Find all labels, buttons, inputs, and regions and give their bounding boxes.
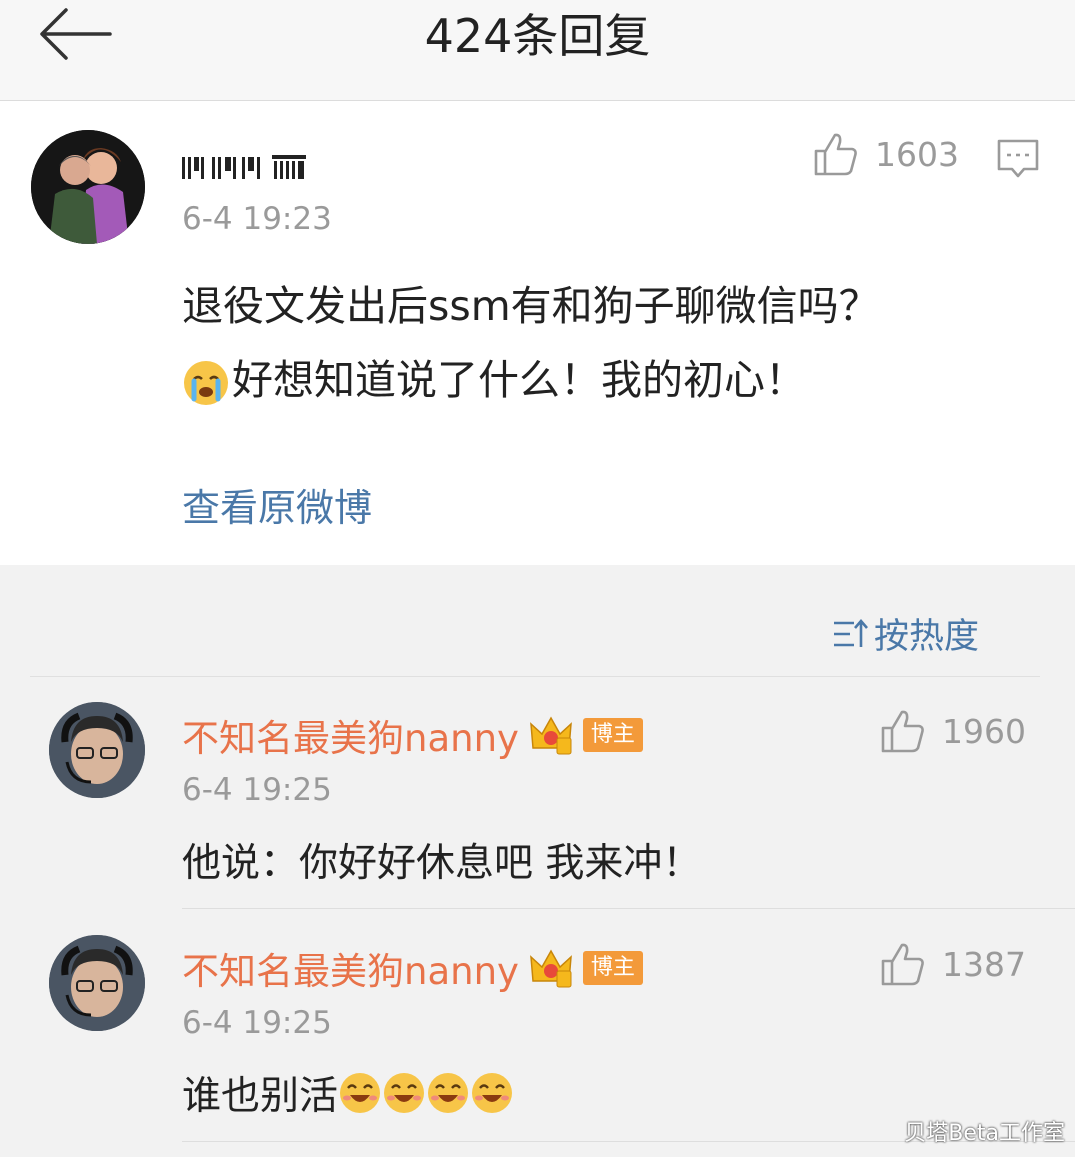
comment-text-line2-wrap: 好想知道说了什么！我的初心！: [182, 343, 1002, 417]
thumb-up-icon: [814, 133, 857, 176]
grin-emoji-icon: [428, 1073, 469, 1113]
comment-time: 6-4 19:23: [182, 201, 332, 237]
reply-time: 6-4 19:25: [182, 772, 332, 808]
thumb-up-icon: [881, 943, 924, 986]
reply-text: 谁也别活: [182, 1074, 339, 1119]
comment-text: 退役文发出后ssm有和狗子聊微信吗？ 好想知道说了什么！我的初心！: [182, 269, 1002, 417]
crown-icon: [530, 716, 572, 755]
main-comment-card: 6-4 19:23 1603 退役文发出后ssm有和狗子聊微信吗？ 好想知道说了…: [0, 101, 1075, 565]
thumb-up-icon: [881, 710, 924, 753]
grin-emoji-icon: [384, 1073, 425, 1113]
reply-username[interactable]: 不知名最美狗nanny 博主: [182, 708, 643, 762]
reply-item: 不知名最美狗nanny 博主 6-4 19:25 1960 他说：你好好休息吧 …: [0, 700, 1075, 910]
username-label: 不知名最美狗nanny: [182, 950, 519, 993]
crying-emoji-icon: [184, 361, 228, 405]
sort-icon: [834, 618, 868, 647]
author-badge: 博主: [582, 718, 643, 752]
avatar[interactable]: [49, 702, 145, 798]
watermark: 贝塔Beta工作室: [904, 1121, 1065, 1146]
grin-emoji-icon: [472, 1073, 513, 1113]
username-label: 不知名最美狗nanny: [182, 717, 519, 760]
username-redacted: [182, 155, 306, 179]
grin-emoji-icon: [340, 1073, 381, 1113]
top-bar: 424条回复: [0, 0, 1075, 101]
like-count: 1603: [875, 134, 959, 174]
reply-item: 不知名最美狗nanny 博主 6-4 19:25 1387 谁也别活: [0, 933, 1075, 1143]
reply-text: 他说：你好好休息吧 我来冲！: [182, 841, 702, 886]
comment-text-line2: 好想知道说了什么！我的初心！: [232, 356, 806, 404]
comment-icon[interactable]: [996, 137, 1040, 181]
like-count: 1387: [942, 944, 1026, 984]
comment-text-line1: 退役文发出后ssm有和狗子聊微信吗？: [182, 282, 880, 330]
sort-label: 按热度: [874, 617, 980, 657]
sort-toggle[interactable]: 按热度: [832, 608, 979, 659]
reply-username[interactable]: 不知名最美狗nanny 博主: [182, 941, 643, 995]
avatar[interactable]: [31, 130, 145, 244]
like-button[interactable]: 1603: [813, 131, 959, 177]
page-title: 424条回复: [424, 9, 651, 63]
crown-icon: [530, 949, 572, 988]
divider: [30, 676, 1040, 677]
like-count: 1960: [942, 711, 1026, 751]
author-badge: 博主: [582, 951, 643, 985]
avatar[interactable]: [49, 935, 145, 1031]
reply-time: 6-4 19:25: [182, 1005, 332, 1041]
view-original-link[interactable]: 查看原微博: [182, 477, 372, 532]
divider: [182, 908, 1075, 909]
reply-text-row: 谁也别活: [182, 1065, 514, 1121]
like-button[interactable]: 1387: [880, 941, 1026, 987]
like-button[interactable]: 1960: [880, 708, 1026, 754]
